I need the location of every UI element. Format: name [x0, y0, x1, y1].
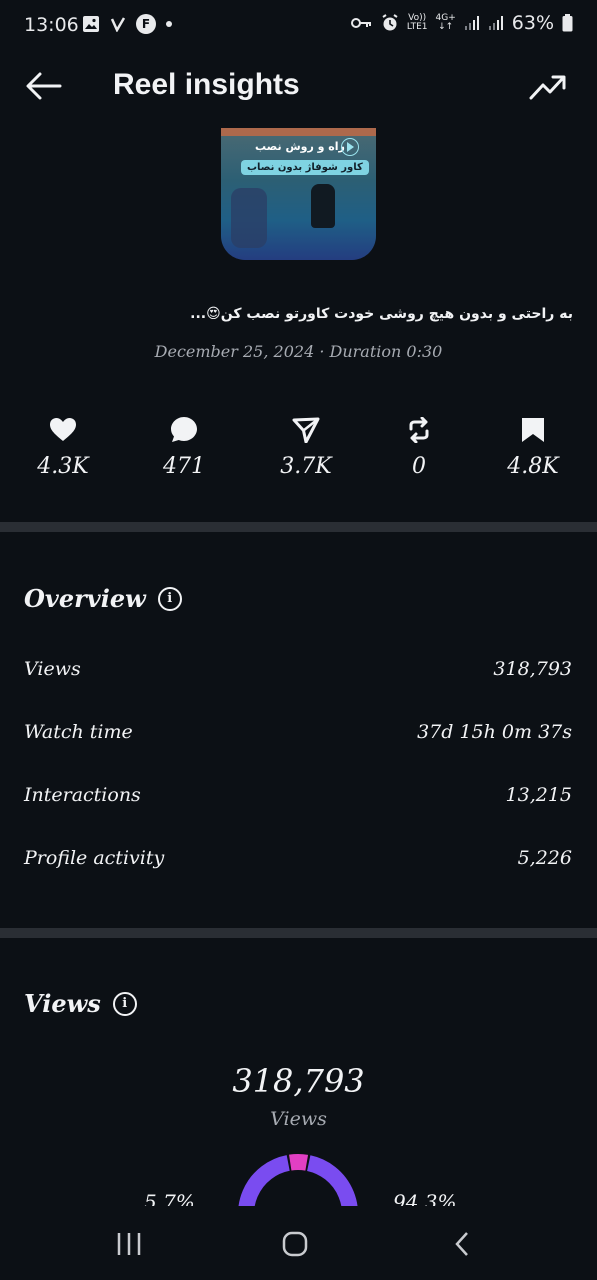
reel-thumbnail[interactable]: راه و روش نصب کاور شوفاژ بدون نصاب: [221, 128, 376, 260]
row-label: Watch time: [24, 721, 133, 743]
row-value: 318,793: [493, 658, 572, 680]
stat-value: 471: [163, 454, 205, 479]
signal-icon-2: [488, 16, 503, 30]
page-title: Reel insights: [113, 68, 300, 101]
bookmark-icon: [522, 418, 544, 442]
status-left-icons: F: [82, 14, 172, 34]
network-indicator: 4G+ ↓↑: [435, 13, 456, 32]
check-v-icon: [110, 17, 126, 32]
views-total-label: Views: [270, 1108, 327, 1130]
stat-reposts: 0: [369, 414, 469, 479]
volte-indicator: Vo)) LTE1: [406, 13, 428, 32]
home-icon: [282, 1231, 308, 1257]
reel-caption: به راحتی و بدون هیچ روشی خودت کاورتو نصب…: [190, 306, 573, 322]
key-icon: [350, 18, 371, 28]
views-title: Views: [24, 989, 101, 1018]
views-heading: Views i: [24, 989, 137, 1018]
views-total: 318,793: [232, 1062, 365, 1100]
status-bar: 13:06 F Vo)) LTE1 4G+ ↓↑ 63%: [0, 0, 597, 52]
row-value: 13,215: [505, 784, 572, 806]
back-nav-icon: [455, 1232, 468, 1256]
section-divider: [0, 928, 597, 938]
non-followers-percent: 94.3%: [393, 1190, 457, 1206]
status-right-icons: Vo)) LTE1 4G+ ↓↑ 63%: [350, 12, 573, 34]
thumbnail-title: راه و روش نصب: [255, 140, 345, 153]
overview-row-watch-time[interactable]: Watch time 37d 15h 0m 37s: [24, 721, 572, 751]
row-label: Views: [24, 658, 81, 680]
heart-icon: [50, 418, 76, 441]
row-label: Profile activity: [24, 847, 165, 869]
stat-value: 3.7K: [280, 454, 332, 479]
thumbnail-figure: [311, 184, 335, 228]
app-notification-icon: F: [136, 14, 156, 34]
overview-row-views[interactable]: Views 318,793: [24, 658, 572, 688]
overview-title: Overview: [24, 584, 146, 613]
info-icon[interactable]: i: [157, 586, 182, 611]
thumbnail-figure: [231, 188, 267, 248]
thumbnail-subtitle: کاور شوفاژ بدون نصاب: [241, 160, 369, 175]
home-button[interactable]: [275, 1228, 315, 1260]
stat-likes: 4.3K: [13, 414, 113, 479]
gallery-icon: [83, 16, 99, 32]
signal-icon-1: [464, 16, 479, 30]
repost-icon: [409, 417, 429, 443]
row-value: 5,226: [517, 847, 572, 869]
donut-segment-followers: [289, 1154, 309, 1171]
recents-icon: [117, 1233, 141, 1255]
overview-row-profile-activity[interactable]: Profile activity 5,226: [24, 847, 572, 877]
dot-icon: [166, 21, 172, 27]
comment-icon: [171, 417, 197, 442]
stat-value: 0: [412, 454, 426, 479]
alarm-icon: [382, 14, 398, 31]
thumbnail-band: [221, 128, 376, 136]
trend-button[interactable]: [529, 72, 567, 102]
views-donut-chart: [238, 1154, 358, 1206]
engagement-stats: 4.3K 471 3.7K 0 4.8K: [0, 414, 597, 484]
trending-up-icon: [529, 75, 566, 100]
status-time: 13:06: [24, 14, 79, 36]
back-nav-button[interactable]: [442, 1228, 482, 1260]
play-icon: [341, 138, 359, 156]
followers-percent: 5.7%: [144, 1190, 195, 1206]
stat-saves: 4.8K: [483, 414, 583, 479]
info-icon[interactable]: i: [112, 991, 137, 1016]
header: Reel insights: [0, 58, 597, 114]
arrow-left-icon: [26, 72, 62, 100]
recents-button[interactable]: [109, 1228, 149, 1260]
overview-row-interactions[interactable]: Interactions 13,215: [24, 784, 572, 814]
section-divider: [0, 522, 597, 532]
stat-value: 4.3K: [37, 454, 89, 479]
overview-heading: Overview i: [24, 584, 182, 613]
reel-meta: December 25, 2024 · Duration 0:30: [154, 342, 443, 361]
back-button[interactable]: [24, 68, 64, 104]
system-nav-bar: [0, 1206, 597, 1280]
stat-shares: 3.7K: [256, 414, 356, 479]
send-icon: [292, 417, 320, 443]
stat-comments: 471: [134, 414, 234, 479]
row-value: 37d 15h 0m 37s: [417, 721, 572, 743]
battery-icon: [562, 14, 573, 32]
row-label: Interactions: [24, 784, 141, 806]
battery-percent: 63%: [511, 12, 554, 34]
stat-value: 4.8K: [507, 454, 559, 479]
